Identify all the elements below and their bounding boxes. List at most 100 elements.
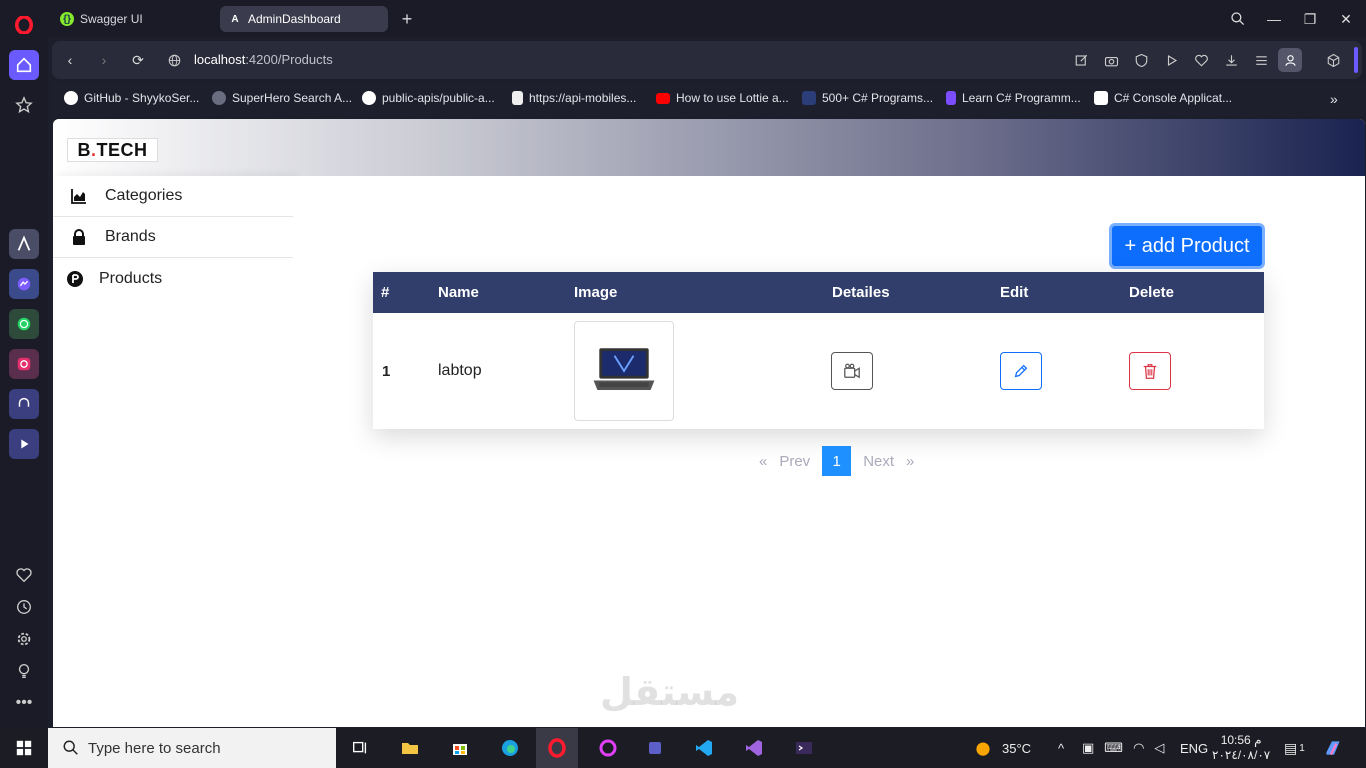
header-delete: Delete: [1129, 284, 1175, 301]
next-arrow[interactable]: »: [900, 453, 920, 470]
opera-logo-icon[interactable]: [9, 10, 39, 40]
bookmark-learn-csharp[interactable]: Learn C# Programm...: [946, 91, 1081, 105]
app-icon-circle[interactable]: [594, 734, 622, 762]
close-button[interactable]: ✕: [1334, 8, 1358, 30]
youtube-icon: [656, 92, 670, 104]
star-icon[interactable]: [9, 90, 39, 120]
tab-swagger[interactable]: {} Swagger UI: [52, 6, 212, 32]
notification-count: 1: [1299, 742, 1305, 754]
heart-icon[interactable]: [1192, 51, 1210, 69]
file-explorer-icon[interactable]: [396, 734, 424, 762]
bookmark-public-apis[interactable]: public-apis/public-a...: [362, 91, 495, 105]
prev-arrow[interactable]: «: [753, 453, 773, 470]
settings-icon[interactable]: [9, 624, 39, 654]
bookmark-github-shyyko[interactable]: GitHub - ShyykoSer...: [64, 91, 199, 105]
home-icon[interactable]: [9, 50, 39, 80]
extensions-icon[interactable]: [1324, 51, 1342, 69]
details-button[interactable]: [831, 352, 873, 390]
chart-area-icon: [71, 188, 87, 204]
btech-logo[interactable]: B. TECH: [67, 138, 158, 162]
download-icon[interactable]: [1222, 51, 1240, 69]
watermark: مستقل: [600, 672, 739, 714]
sidebar-item-brands[interactable]: Brands: [53, 217, 293, 258]
console-icon: [1094, 91, 1108, 105]
shield-icon[interactable]: [1132, 51, 1150, 69]
heart-icon[interactable]: [9, 560, 39, 590]
tab-search-icon[interactable]: [1226, 8, 1250, 30]
bookmark-csharp-console[interactable]: C# Console Applicat...: [1094, 91, 1232, 105]
teams-icon[interactable]: [642, 734, 670, 762]
bookmarks-overflow-icon[interactable]: »: [1330, 91, 1338, 107]
tray-icons[interactable]: ▣ ⌨ ◠ ◁: [1082, 728, 1164, 768]
restore-button[interactable]: ❐: [1298, 8, 1322, 30]
wifi-icon: ◠: [1133, 740, 1145, 755]
visual-studio-icon[interactable]: [740, 734, 768, 762]
input-icon: ⌨: [1104, 740, 1124, 755]
superhero-icon: [212, 91, 226, 105]
bookmark-csharp-programs[interactable]: 500+ C# Programs...: [802, 91, 933, 105]
back-button[interactable]: ‹: [60, 50, 80, 70]
music-icon[interactable]: [9, 389, 39, 419]
search-icon: [63, 740, 78, 755]
trash-icon: [1143, 364, 1157, 379]
profile-icon[interactable]: [1278, 48, 1302, 72]
sidebar-item-categories[interactable]: Categories: [53, 176, 293, 217]
opera-taskbar-icon[interactable]: [536, 728, 578, 768]
row-name: labtop: [438, 362, 482, 379]
player-icon[interactable]: [9, 429, 39, 459]
delete-button[interactable]: [1129, 352, 1171, 390]
laptop-image: [593, 348, 655, 390]
language[interactable]: ENG: [1180, 728, 1208, 768]
vscode-icon[interactable]: [690, 734, 718, 762]
edit-page-icon[interactable]: [1072, 51, 1090, 69]
bookmark-superhero[interactable]: SuperHero Search A...: [212, 91, 352, 105]
taskbar-search[interactable]: Type here to search: [48, 728, 336, 768]
next-page-button[interactable]: Next: [857, 453, 900, 470]
weather[interactable]: 35°C: [972, 728, 1031, 768]
play-icon[interactable]: [1162, 51, 1180, 69]
tray-chevron-icon[interactable]: ^: [1058, 728, 1064, 768]
windows-start-icon[interactable]: [10, 734, 38, 762]
messenger-icon[interactable]: [9, 269, 39, 299]
edge-icon[interactable]: [496, 734, 524, 762]
video-camera-icon: [844, 363, 860, 379]
history-icon[interactable]: [9, 592, 39, 622]
address-bar: ‹ › ⟳ localhost:4200/Products: [52, 41, 1362, 79]
instagram-icon[interactable]: [9, 349, 39, 379]
tab-admin-dashboard[interactable]: A AdminDashboard: [220, 6, 388, 32]
current-page[interactable]: 1: [822, 446, 852, 476]
lock-icon: [71, 229, 87, 245]
copilot-icon[interactable]: [1322, 728, 1344, 768]
clock[interactable]: 10:56 م ٢٠٢٤/٠٨/٠٧: [1212, 728, 1270, 768]
header-edit: Edit: [1000, 284, 1029, 301]
microsoft-store-icon[interactable]: [446, 734, 474, 762]
add-product-button[interactable]: + add Product: [1109, 223, 1265, 269]
whatsapp-icon[interactable]: [9, 309, 39, 339]
prev-page-button[interactable]: Prev: [773, 453, 816, 470]
swagger-icon: {}: [60, 12, 74, 26]
search-placeholder: Type here to search: [88, 739, 221, 757]
more-icon[interactable]: •••: [9, 688, 39, 718]
forward-button[interactable]: ›: [94, 50, 114, 70]
url-path: :4200/Products: [245, 52, 333, 67]
aria-icon[interactable]: [9, 229, 39, 259]
bookmark-lottie[interactable]: How to use Lottie a...: [656, 91, 789, 105]
new-tab-button[interactable]: +: [394, 6, 420, 32]
terminal-icon[interactable]: [790, 734, 818, 762]
minimize-button[interactable]: —: [1262, 8, 1286, 30]
sidebar-item-products[interactable]: Products: [53, 258, 293, 299]
camera-icon[interactable]: [1102, 51, 1120, 69]
meet-icon: ▣: [1082, 740, 1095, 755]
task-view-icon[interactable]: [346, 734, 374, 762]
pagination: « Prev 1 Next »: [753, 446, 920, 476]
header-details: Detailes: [832, 284, 890, 301]
reload-button[interactable]: ⟳: [128, 50, 148, 70]
edit-button[interactable]: [1000, 352, 1042, 390]
lightbulb-icon[interactable]: [9, 656, 39, 686]
url-field[interactable]: localhost:4200/Products: [194, 52, 333, 67]
page-icon: [512, 91, 523, 105]
globe-icon: [164, 50, 184, 70]
notifications-icon[interactable]: ▤ 1: [1284, 728, 1305, 768]
bookmark-api-mobiles[interactable]: https://api-mobiles...: [512, 91, 636, 105]
menu-icon[interactable]: [1252, 51, 1270, 69]
